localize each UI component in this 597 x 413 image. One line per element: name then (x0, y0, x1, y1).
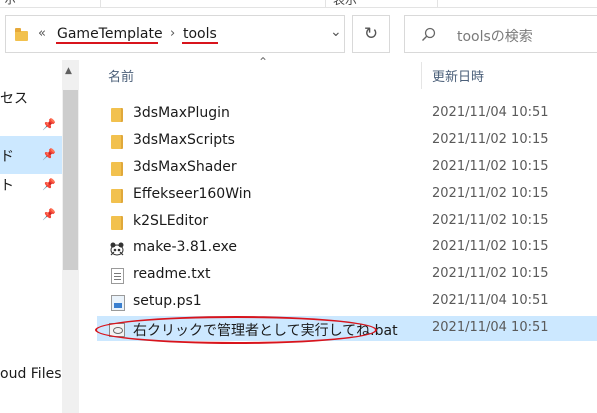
column-header-date[interactable]: 更新日時 (432, 66, 484, 85)
annotation-underline (182, 42, 218, 44)
file-date: 2021/11/04 10:51 (432, 105, 549, 120)
file-name: readme.txt (133, 266, 211, 282)
file-name: Effekseer160Win (133, 186, 252, 202)
file-name: 3dsMaxPlugin (133, 105, 230, 121)
file-date: 2021/11/02 10:15 (432, 132, 549, 147)
nav-item-document[interactable]: ト (0, 175, 14, 195)
file-row[interactable]: make-3.81.exe 2021/11/02 10:15 (97, 235, 597, 260)
file-date: 2021/11/04 10:51 (432, 293, 549, 308)
file-row[interactable]: readme.txt 2021/11/02 10:15 (97, 262, 597, 287)
breadcrumb-separator[interactable]: › (170, 26, 175, 41)
column-header-name[interactable]: 名前 (108, 66, 134, 85)
file-name: 3dsMaxScripts (133, 132, 235, 148)
ribbon-tab-fragment[interactable]: ホ (4, 0, 16, 8)
file-row[interactable]: 3dsMaxShader 2021/11/02 10:15 (97, 155, 597, 180)
refresh-icon: ↻ (363, 24, 379, 44)
file-date: 2021/11/04 10:51 (432, 320, 549, 335)
file-row[interactable]: setup.ps1 2021/11/04 10:51 (97, 289, 597, 314)
folder-icon (15, 28, 28, 41)
breadcrumb-gametemplate[interactable]: GameTemplate (57, 26, 163, 42)
file-row[interactable]: 3dsMaxPlugin 2021/11/04 10:51 (97, 101, 597, 126)
file-row[interactable]: k2SLEditor 2021/11/02 10:15 (97, 209, 597, 234)
ribbon-view-fragment[interactable]: 表示 (333, 0, 357, 8)
file-name: make-3.81.exe (133, 239, 237, 255)
ribbon-divider (437, 0, 438, 7)
annotation-underline (56, 42, 158, 44)
ribbon-divider (325, 0, 326, 7)
nav-item-cloud-files[interactable]: oud Files (0, 366, 62, 382)
search-input[interactable]: toolsの検索 (404, 15, 597, 53)
folder-icon (109, 134, 125, 150)
file-date: 2021/11/02 10:15 (432, 266, 549, 281)
file-date: 2021/11/02 10:15 (432, 213, 549, 228)
pin-icon[interactable]: 📌 (42, 178, 56, 191)
address-bar[interactable]: « GameTemplate › tools ⌄ (5, 15, 345, 53)
column-divider[interactable] (421, 62, 422, 89)
breadcrumb-tools[interactable]: tools (183, 26, 217, 42)
powershell-script-icon (111, 295, 125, 311)
file-row[interactable]: 3dsMaxScripts 2021/11/02 10:15 (97, 128, 597, 153)
scrollbar-thumb[interactable] (63, 90, 78, 270)
executable-icon (110, 242, 124, 256)
search-icon (422, 27, 436, 41)
file-name: 3dsMaxShader (133, 159, 237, 175)
file-date: 2021/11/02 10:15 (432, 186, 549, 201)
file-name: k2SLEditor (133, 213, 209, 229)
file-row[interactable]: Effekseer160Win 2021/11/02 10:15 (97, 182, 597, 207)
refresh-button[interactable]: ↻ (352, 15, 390, 53)
folder-icon (109, 161, 125, 177)
file-date: 2021/11/02 10:15 (432, 159, 549, 174)
file-name: setup.ps1 (133, 293, 202, 309)
text-file-icon (111, 268, 124, 284)
ribbon-divider (100, 0, 101, 7)
pin-icon[interactable]: 📌 (42, 118, 56, 131)
folder-icon (109, 107, 125, 123)
nav-item-access[interactable]: セス (0, 88, 28, 108)
breadcrumb-overflow[interactable]: « (38, 26, 46, 41)
file-date: 2021/11/02 10:15 (432, 239, 549, 254)
pin-icon[interactable]: 📌 (42, 208, 56, 221)
search-placeholder: toolsの検索 (457, 29, 533, 45)
annotation-ellipse (95, 316, 377, 344)
ribbon-strip: ホ 表示 (0, 0, 597, 8)
scroll-up-arrow-icon[interactable]: ▲ (65, 66, 72, 76)
nav-item-download[interactable]: ド (0, 146, 14, 166)
folder-icon (109, 188, 125, 204)
nav-scrollbar[interactable]: ▲ (62, 60, 79, 413)
folder-icon (109, 215, 125, 231)
address-dropdown-icon[interactable]: ⌄ (330, 24, 342, 40)
pin-icon[interactable]: 📌 (42, 148, 56, 161)
sort-ascending-icon: ⌃ (258, 55, 269, 69)
